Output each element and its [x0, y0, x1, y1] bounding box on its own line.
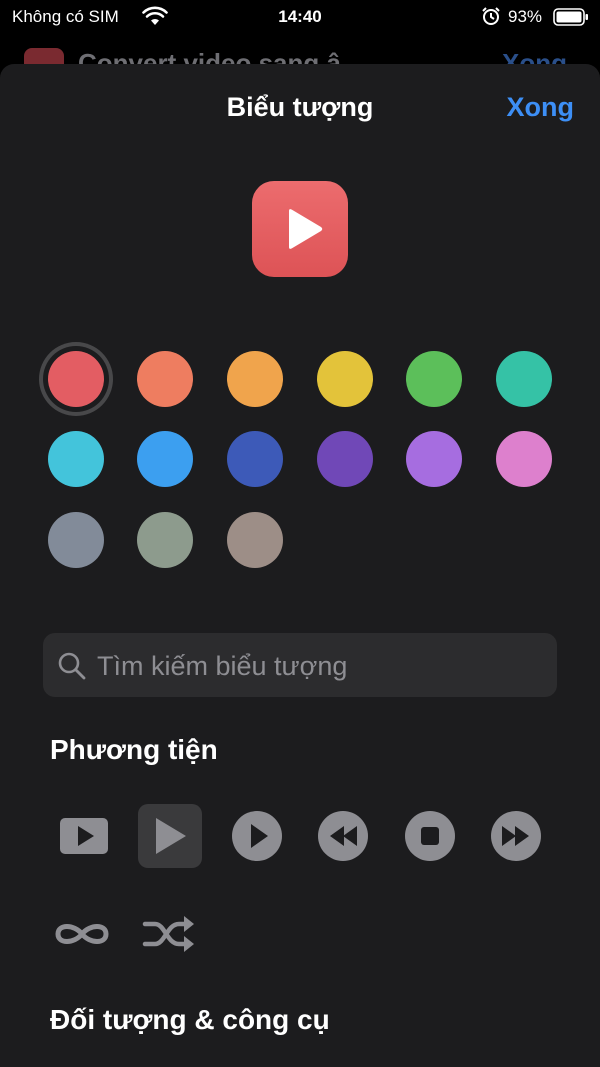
- color-swatch-yellow[interactable]: [317, 351, 373, 407]
- stop-circle-icon[interactable]: [398, 804, 462, 868]
- section-title-objects: Đối tượng & công cụ: [50, 1004, 330, 1035]
- color-swatch-violet[interactable]: [317, 431, 373, 487]
- color-swatch-dark-gray[interactable]: [48, 512, 104, 568]
- backward-circle-icon[interactable]: [311, 804, 375, 868]
- color-swatch-gray-green[interactable]: [137, 512, 193, 568]
- done-button[interactable]: Xong: [507, 92, 575, 123]
- search-icon: [58, 652, 86, 680]
- color-swatch-taupe[interactable]: [227, 512, 283, 568]
- color-swatch-pink[interactable]: [496, 431, 552, 487]
- color-swatch-red[interactable]: [48, 351, 104, 407]
- color-swatch-green[interactable]: [406, 351, 462, 407]
- color-swatch-dark-blue[interactable]: [227, 431, 283, 487]
- icon-picker-sheet: Biểu tượng Xong Phương tiện: [0, 64, 600, 1067]
- color-swatch-light-blue[interactable]: [48, 431, 104, 487]
- play-circle-icon[interactable]: [225, 804, 289, 868]
- status-bar: Không có SIM 14:40 93%: [0, 0, 600, 34]
- battery-icon: [553, 8, 588, 26]
- play-icon[interactable]: [138, 804, 202, 868]
- color-swatch-dark-orange[interactable]: [137, 351, 193, 407]
- search-input[interactable]: [95, 645, 539, 687]
- search-bar[interactable]: [43, 633, 557, 697]
- play-icon: [289, 209, 323, 249]
- shuffle-icon[interactable]: [137, 902, 201, 966]
- section-title-media: Phương tiện: [50, 734, 218, 765]
- color-swatch-orange[interactable]: [227, 351, 283, 407]
- icon-preview: [252, 181, 348, 277]
- battery-percentage: 93%: [508, 7, 543, 26]
- color-swatch-purple[interactable]: [406, 431, 462, 487]
- play-rectangle-icon[interactable]: [52, 804, 116, 868]
- color-swatch-teal[interactable]: [496, 351, 552, 407]
- alarm-icon: [482, 7, 500, 25]
- infinity-icon[interactable]: [50, 902, 114, 966]
- forward-circle-icon[interactable]: [484, 804, 548, 868]
- color-swatch-blue[interactable]: [137, 431, 193, 487]
